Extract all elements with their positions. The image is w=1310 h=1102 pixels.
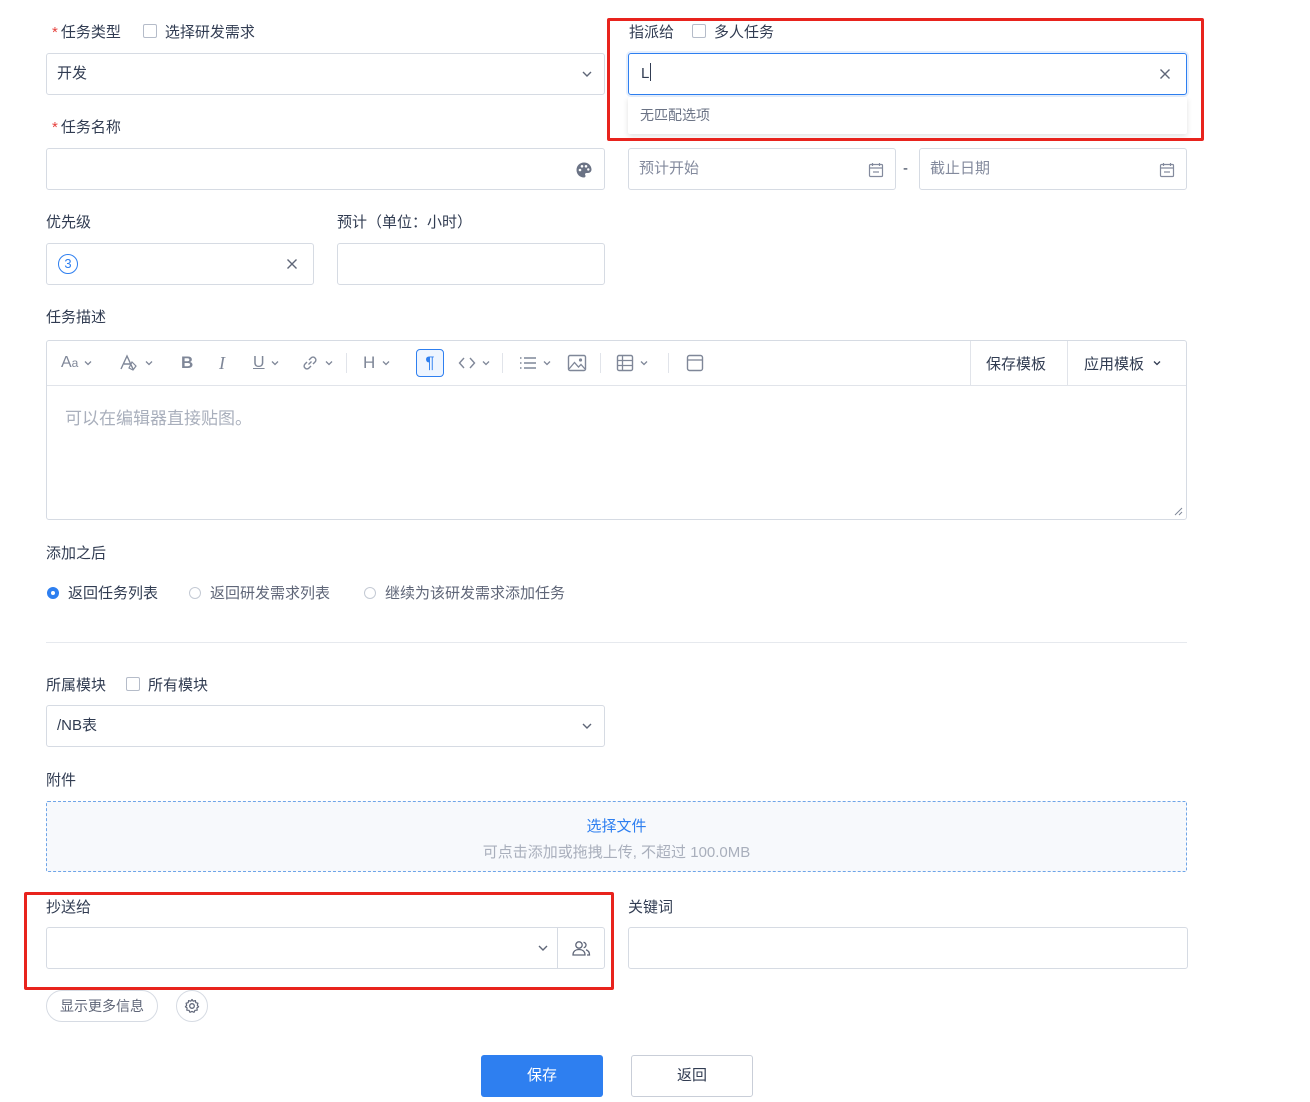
end-date-input[interactable]: 截止日期 bbox=[919, 148, 1187, 190]
back-button[interactable]: 返回 bbox=[631, 1055, 753, 1097]
keywords-label: 关键词 bbox=[628, 899, 674, 916]
link-icon[interactable] bbox=[301, 341, 334, 385]
image-icon[interactable] bbox=[567, 341, 587, 385]
keywords-input[interactable] bbox=[628, 927, 1188, 969]
description-label: 任务描述 bbox=[46, 309, 107, 326]
bold-icon[interactable]: B bbox=[181, 341, 193, 385]
task-name-label: * 任务名称 bbox=[52, 119, 121, 136]
all-modules-checkbox[interactable] bbox=[126, 677, 141, 691]
module-select[interactable]: /NB表 bbox=[46, 705, 605, 747]
italic-icon[interactable]: I bbox=[219, 341, 225, 385]
choose-file-link[interactable]: 选择文件 bbox=[47, 815, 1186, 836]
settings-button[interactable] bbox=[176, 990, 208, 1022]
save-button[interactable]: 保存 bbox=[481, 1055, 603, 1097]
code-icon[interactable] bbox=[458, 341, 491, 385]
apply-template-button[interactable]: 应用模板 bbox=[1084, 341, 1162, 385]
priority-select[interactable]: 3 bbox=[46, 243, 314, 285]
layout-block-icon[interactable] bbox=[686, 341, 704, 385]
priority-label: 优先级 bbox=[46, 214, 92, 231]
all-modules-label[interactable]: 所有模块 bbox=[148, 677, 208, 694]
after-add-label: 添加之后 bbox=[46, 545, 107, 562]
paragraph-icon[interactable]: ¶ bbox=[416, 341, 444, 385]
after-add-option-back-to-requirements[interactable]: 返回研发需求列表 bbox=[189, 584, 330, 604]
file-upload-dropzone[interactable]: 选择文件 可点击添加或拖拽上传, 不超过 100.0MB bbox=[46, 801, 1187, 872]
after-add-option-continue-adding[interactable]: 继续为该研发需求添加任务 bbox=[364, 584, 565, 604]
attachment-label: 附件 bbox=[46, 772, 77, 789]
description-editor: Aa B I U H ¶ 保存模板 应用模板 可以在编辑器直接贴图。 bbox=[46, 340, 1187, 520]
radio-unselected[interactable] bbox=[189, 587, 201, 599]
chevron-down-icon bbox=[1153, 361, 1161, 366]
task-name-input[interactable] bbox=[46, 148, 605, 190]
underline-icon[interactable]: U bbox=[253, 341, 280, 385]
radio-unselected[interactable] bbox=[364, 587, 376, 599]
editor-toolbar: Aa B I U H ¶ 保存模板 应用模板 bbox=[47, 341, 1186, 386]
font-color-icon[interactable] bbox=[119, 341, 154, 385]
select-requirement-checkbox-label[interactable]: 选择研发需求 bbox=[165, 24, 255, 41]
select-requirement-checkbox[interactable] bbox=[142, 24, 157, 38]
show-more-info-button[interactable]: 显示更多信息 bbox=[46, 990, 158, 1022]
palette-icon[interactable] bbox=[574, 160, 594, 180]
module-label: 所属模块 所有模块 bbox=[46, 677, 209, 694]
highlight-assign-to bbox=[607, 18, 1204, 141]
radio-selected[interactable] bbox=[47, 587, 59, 599]
highlight-cc bbox=[24, 892, 614, 990]
task-type-select[interactable]: 开发 bbox=[46, 53, 605, 95]
resize-handle-icon[interactable] bbox=[1174, 507, 1183, 516]
save-template-button[interactable]: 保存模板 bbox=[986, 341, 1046, 385]
font-size-icon[interactable]: Aa bbox=[61, 341, 93, 385]
calendar-icon bbox=[1158, 161, 1176, 179]
task-type-label: * 任务类型 选择研发需求 bbox=[52, 24, 255, 41]
date-separator: - bbox=[903, 160, 908, 177]
heading-icon[interactable]: H bbox=[363, 341, 391, 385]
list-icon[interactable] bbox=[519, 341, 552, 385]
editor-placeholder: 可以在编辑器直接贴图。 bbox=[65, 409, 252, 428]
section-divider bbox=[46, 642, 1187, 643]
estimate-input[interactable] bbox=[337, 243, 605, 285]
clear-icon[interactable] bbox=[285, 257, 299, 271]
calendar-icon bbox=[867, 161, 885, 179]
table-icon[interactable] bbox=[616, 341, 649, 385]
gear-icon bbox=[184, 998, 200, 1013]
chevron-down-icon bbox=[580, 67, 594, 81]
upload-hint: 可点击添加或拖拽上传, 不超过 100.0MB bbox=[482, 844, 751, 861]
after-add-option-back-to-tasks[interactable]: 返回任务列表 bbox=[47, 584, 158, 604]
start-date-input[interactable]: 预计开始 bbox=[628, 148, 896, 190]
chevron-down-icon bbox=[580, 719, 594, 733]
priority-badge: 3 bbox=[58, 254, 78, 274]
estimate-label: 预计（单位：小时） bbox=[337, 214, 473, 231]
